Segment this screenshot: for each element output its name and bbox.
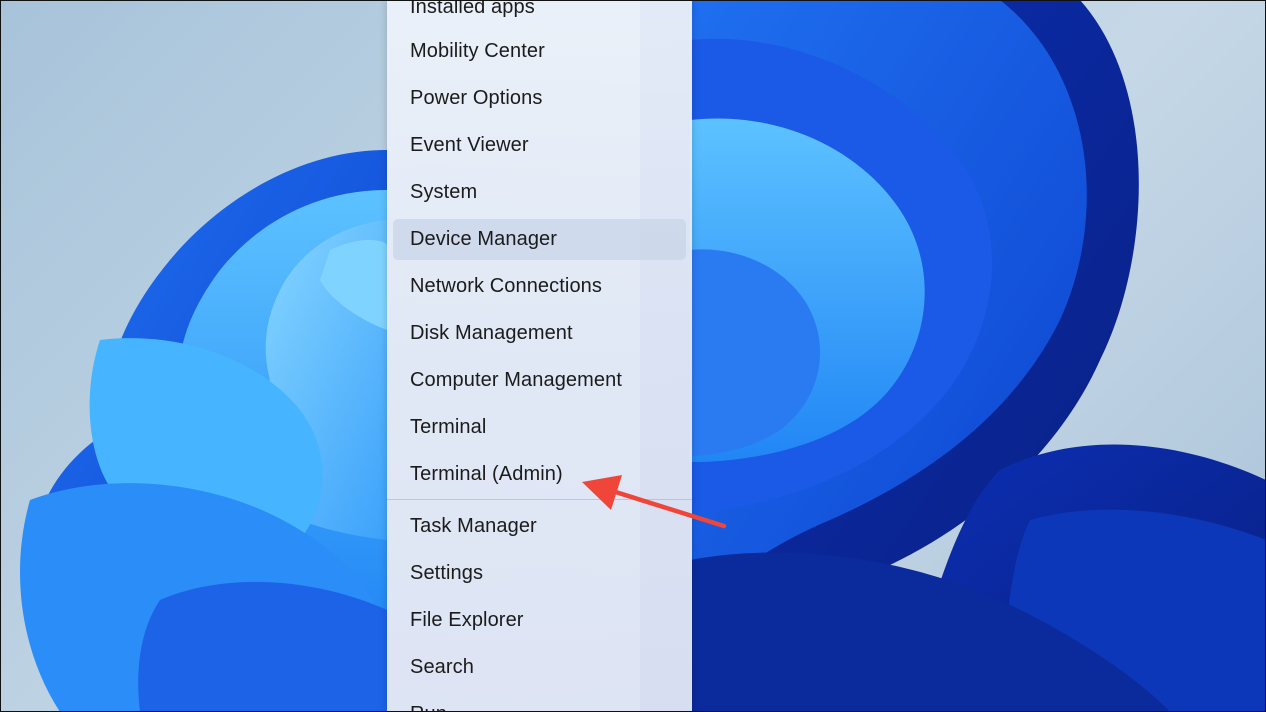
menu-item-power-options[interactable]: Power Options [393, 78, 686, 119]
menu-item-label: Run [410, 703, 447, 712]
menu-separator [387, 499, 692, 500]
menu-item-task-manager[interactable]: Task Manager [393, 506, 686, 547]
menu-item-installed-apps[interactable]: Installed apps [393, 0, 686, 28]
menu-item-mobility-center[interactable]: Mobility Center [393, 31, 686, 72]
menu-item-label: Disk Management [410, 322, 573, 344]
menu-item-label: Event Viewer [410, 134, 529, 156]
menu-item-terminal-admin[interactable]: Terminal (Admin) [393, 454, 686, 495]
menu-item-label: Power Options [410, 87, 543, 109]
menu-item-file-explorer[interactable]: File Explorer [393, 600, 686, 641]
desktop: Installed apps Mobility Center Power Opt… [0, 0, 1266, 712]
menu-item-computer-management[interactable]: Computer Management [393, 360, 686, 401]
menu-item-device-manager[interactable]: Device Manager [393, 219, 686, 260]
menu-item-system[interactable]: System [393, 172, 686, 213]
menu-item-label: Device Manager [410, 228, 558, 250]
menu-item-label: Mobility Center [410, 40, 545, 62]
menu-item-label: Terminal (Admin) [410, 463, 563, 485]
menu-item-terminal[interactable]: Terminal [393, 407, 686, 448]
menu-item-disk-management[interactable]: Disk Management [393, 313, 686, 354]
menu-item-label: Computer Management [410, 369, 623, 391]
menu-item-label: Task Manager [410, 515, 537, 537]
menu-item-label: Settings [410, 562, 484, 584]
menu-item-event-viewer[interactable]: Event Viewer [393, 125, 686, 166]
menu-item-settings[interactable]: Settings [393, 553, 686, 594]
menu-item-label: System [410, 181, 478, 203]
menu-item-label: Search [410, 656, 474, 678]
menu-item-label: File Explorer [410, 609, 524, 631]
menu-item-label: Network Connections [410, 275, 602, 297]
menu-item-label: Terminal [410, 416, 487, 438]
menu-item-label: Installed apps [410, 0, 535, 18]
menu-item-run[interactable]: Run [393, 694, 686, 712]
menu-item-network-connections[interactable]: Network Connections [393, 266, 686, 307]
menu-item-search[interactable]: Search [393, 647, 686, 688]
winx-context-menu: Installed apps Mobility Center Power Opt… [387, 0, 692, 712]
